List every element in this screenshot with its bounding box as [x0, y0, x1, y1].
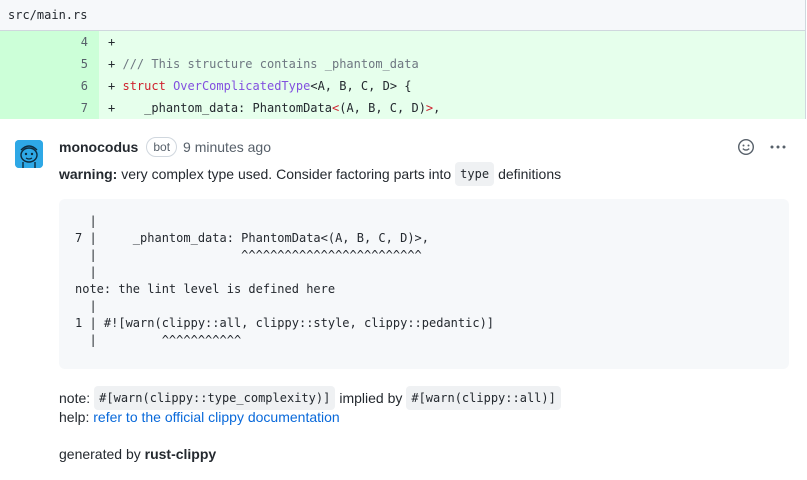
- smiley-icon[interactable]: [736, 137, 756, 157]
- kebab-menu-icon[interactable]: [768, 137, 788, 157]
- diff-row: 7 + _phantom_data: PhantomData<(A, B, C,…: [0, 97, 805, 119]
- generated-prefix: generated by: [59, 446, 141, 462]
- warning-tail: definitions: [498, 166, 562, 182]
- code-line: note: the lint level is defined here: [75, 282, 336, 296]
- code-text: <A, B, C, D> {: [310, 79, 412, 93]
- warning-message: warning: very complex type used. Conside…: [59, 162, 561, 186]
- inline-code: type: [455, 162, 495, 186]
- generated-by-line: generated by rust-clippy: [59, 444, 216, 464]
- line-number[interactable]: 4: [0, 31, 99, 53]
- comment-actions: [736, 137, 788, 157]
- comment-author[interactable]: monocodus: [59, 139, 138, 155]
- diff-prefix: +: [108, 79, 116, 93]
- code-line: |: [75, 299, 97, 313]
- code-line: | ^^^^^^^^^^^: [75, 333, 242, 347]
- diff-row: 4 +: [0, 31, 805, 53]
- note-label: note:: [59, 390, 91, 406]
- comment-timestamp[interactable]: 9 minutes ago: [183, 139, 271, 155]
- file-header: src/main.rs: [0, 0, 806, 31]
- bot-badge: bot: [146, 137, 178, 157]
- diff-line-code: +: [99, 31, 805, 53]
- code-line: | ^^^^^^^^^^^^^^^^^^^^^^^^^: [75, 248, 422, 262]
- diff-block: 4 + 5 + /// This structure contains _pha…: [0, 31, 806, 119]
- file-path: src/main.rs: [8, 8, 88, 22]
- line-number[interactable]: 7: [0, 97, 99, 119]
- code-text: _phantom_data: PhantomData: [144, 101, 332, 115]
- inline-code: #[warn(clippy::all)]: [406, 386, 561, 410]
- help-line: help: refer to the official clippy docum…: [59, 407, 340, 427]
- doc-comment: /// This structure contains _phantom_dat…: [122, 57, 419, 71]
- help-label: help:: [59, 409, 90, 425]
- line-number[interactable]: 6: [0, 75, 99, 97]
- code-block: | 7 | _phantom_data: PhantomData<(A, B, …: [59, 199, 789, 369]
- code-text: (A, B, C, D): [339, 101, 426, 115]
- note-text: implied by: [339, 390, 403, 406]
- code-line: 7 | _phantom_data: PhantomData<(A, B, C,…: [75, 231, 430, 245]
- diff-line-code: + /// This structure contains _phantom_d…: [99, 53, 805, 75]
- type-name: OverComplicatedType: [173, 79, 311, 93]
- warning-text: very complex type used. Consider factori…: [121, 166, 452, 182]
- diff-line-code: + struct OverComplicatedType<A, B, C, D>…: [99, 75, 805, 97]
- generator-name: rust-clippy: [144, 446, 217, 462]
- clippy-docs-link[interactable]: refer to the official clippy documentati…: [93, 407, 339, 427]
- comment-header: monocodus bot 9 minutes ago: [59, 137, 271, 157]
- line-number[interactable]: 5: [0, 53, 99, 75]
- code-line: |: [75, 265, 97, 279]
- code-line: |: [75, 214, 97, 228]
- diff-row: 5 + /// This structure contains _phantom…: [0, 53, 805, 75]
- code-text: ,: [433, 101, 441, 115]
- diff-row: 6 + struct OverComplicatedType<A, B, C, …: [0, 75, 805, 97]
- code-line: 1 | #![warn(clippy::all, clippy::style, …: [75, 316, 495, 330]
- diff-line-code: + _phantom_data: PhantomData<(A, B, C, D…: [99, 97, 805, 119]
- diff-prefix: +: [108, 57, 116, 71]
- diff-prefix: +: [108, 35, 116, 49]
- warning-label: warning:: [59, 166, 118, 182]
- robot-avatar-icon[interactable]: [15, 140, 43, 168]
- keyword: struct: [122, 79, 166, 93]
